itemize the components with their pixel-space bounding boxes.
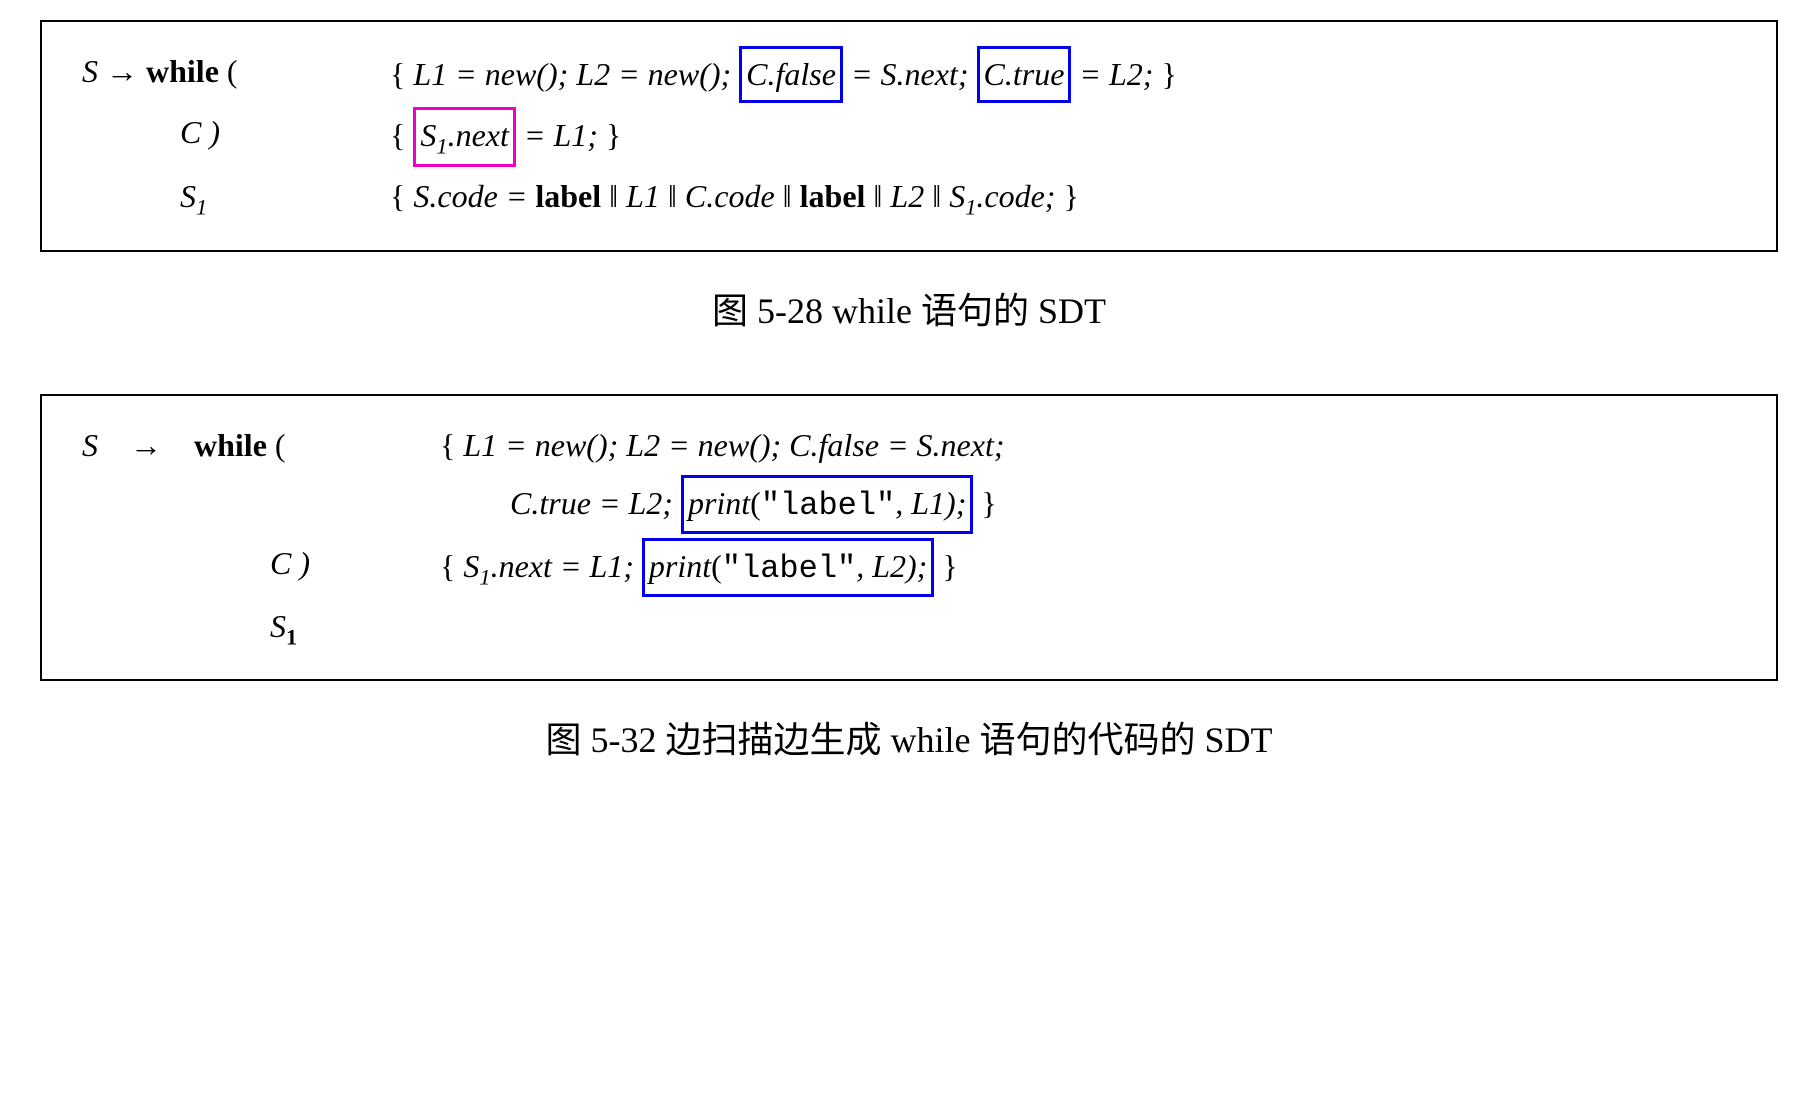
fig1-l1-mid2: = L2; (1079, 56, 1153, 92)
fig1-l1-box-ctrue: C.true (977, 46, 1072, 103)
fig1-l1-paren: ( (227, 53, 238, 89)
figure-5-32-box: S → while ( { L1 = new(); L2 = new(); C.… (40, 394, 1778, 682)
fig1-l3-a: S.code = (413, 178, 535, 214)
fig1-l2-box-s1next: S1.next (413, 107, 516, 167)
fig1-line2: C ) { S1.next = L1; } (82, 107, 1736, 167)
fig2-l1-open: { (440, 427, 463, 463)
fig1-l1-lhs-s: S (82, 53, 98, 89)
fig1-l2-open: { (390, 117, 413, 153)
fig1-l3-lhs-s: S (180, 178, 196, 214)
fig2-l2-a: C.true = L2; (510, 485, 681, 521)
fig2-l1-paren: ( (275, 427, 286, 463)
fig2-l2-box-print: print("label", L1); (681, 475, 973, 534)
fig2-l1-arrow: → (130, 427, 162, 463)
fig2-l3-box-print: print("label", L2); (642, 538, 934, 597)
fig1-l2-mid: = L1; (524, 117, 598, 153)
fig1-l3-close: } (1063, 178, 1078, 214)
fig1-l1-while: while (146, 53, 219, 89)
fig2-l3-close: } (942, 548, 957, 584)
fig1-l1-open: { (390, 56, 413, 92)
fig1-l1-box-cfalse: C.false (739, 46, 843, 103)
fig2-line4: S1 (82, 601, 1736, 655)
fig1-l1-mid1: = S.next; (851, 56, 977, 92)
figure-5-28-box: S → while ( { L1 = new(); L2 = new(); C.… (40, 20, 1778, 252)
figure-5-28-caption: 图 5-28 while 语句的 SDT (40, 282, 1778, 334)
fig1-line3: S1 { S.code = label ‖ L1 ‖ C.code ‖ labe… (82, 171, 1736, 225)
fig2-line2: C.true = L2; print("label", L1); } (82, 475, 1736, 534)
fig2-line3: C ) { S1.next = L1; print("label", L2); … (82, 538, 1736, 597)
fig1-l3-label1: label (535, 178, 601, 214)
fig2-l4-s: S (270, 608, 286, 644)
fig2-l3-a: S (463, 548, 479, 584)
fig1-l3-open: { (390, 178, 413, 214)
fig1-l3-c: ‖ L2 ‖ S (873, 178, 965, 214)
figure-5-32-caption: 图 5-32 边扫描边生成 while 语句的代码的 SDT (40, 711, 1778, 763)
fig2-l1-s: S (82, 427, 98, 463)
fig2-l1-while: while (194, 427, 267, 463)
fig2-l3-open: { (440, 548, 463, 584)
fig1-l1-close: } (1161, 56, 1176, 92)
fig1-l1-arrow: → (106, 53, 146, 89)
fig2-l1-a: L1 = new(); L2 = new(); C.false = S.next… (463, 427, 1004, 463)
fig1-l3-label2: label (800, 178, 866, 214)
fig1-l1-a: L1 = new(); L2 = new(); (413, 56, 739, 92)
fig1-l3-b: ‖ L1 ‖ C.code ‖ (609, 178, 800, 214)
fig2-line1: S → while ( { L1 = new(); L2 = new(); C.… (82, 420, 1736, 471)
fig1-line1: S → while ( { L1 = new(); L2 = new(); C.… (82, 46, 1736, 103)
fig2-l3-lhs: C ) (270, 545, 310, 581)
fig1-l2-close: } (606, 117, 621, 153)
fig2-l2-close: } (981, 485, 996, 521)
fig1-l2-lhs: C ) (180, 114, 220, 150)
